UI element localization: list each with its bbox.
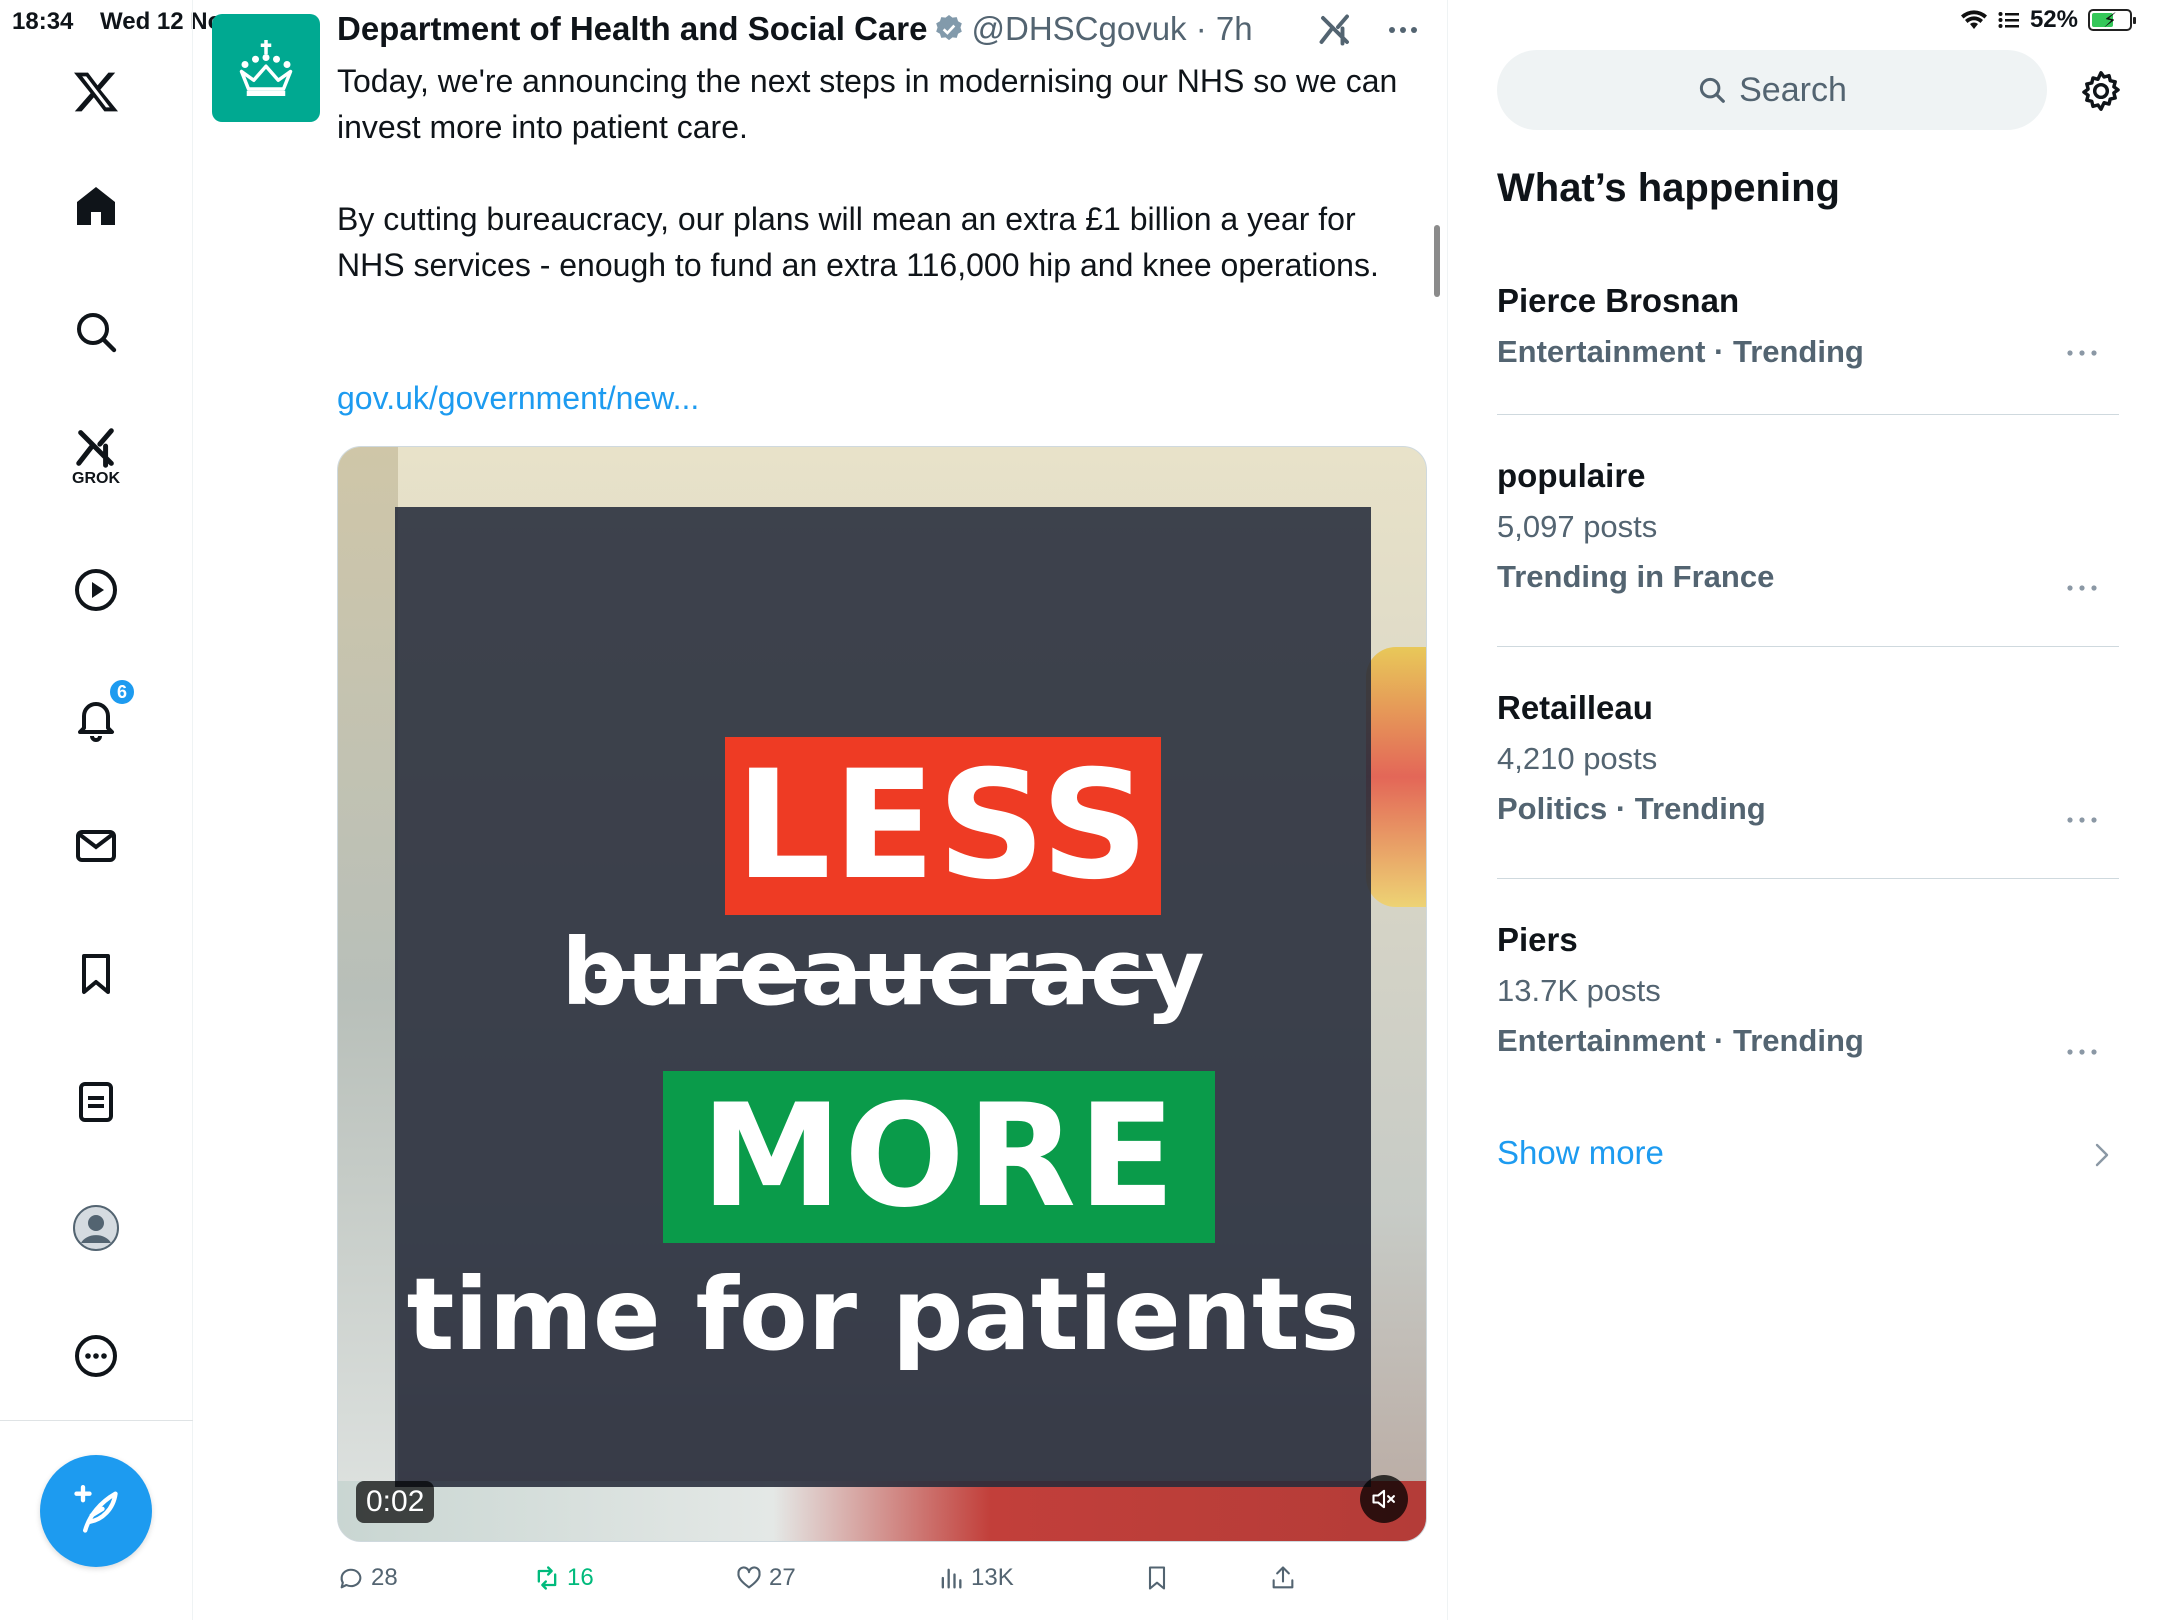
- less-text: LESS: [735, 739, 1151, 913]
- grok-explain-icon[interactable]: [1317, 12, 1353, 48]
- tweet-paragraph: By cutting bureaucracy, our plans will m…: [337, 201, 1379, 283]
- heart-icon: [737, 1566, 761, 1589]
- more-options-icon[interactable]: [66, 1326, 126, 1386]
- trend-context: Entertainment · Trending: [1497, 334, 1864, 369]
- author-avatar[interactable]: [212, 14, 320, 122]
- scrollbar-thumb[interactable]: [1434, 225, 1440, 297]
- author-name[interactable]: Department of Health and Social Care: [337, 10, 927, 48]
- tweet-paragraph: Today, we're announcing the next steps i…: [337, 63, 1398, 145]
- more-banner: MORE: [663, 1071, 1215, 1243]
- notifications-badge: 6: [108, 678, 136, 706]
- show-more-link[interactable]: Show more: [1497, 1134, 1664, 1172]
- left-navigation: GROK 6: [0, 0, 193, 1620]
- explore-search-icon[interactable]: [66, 302, 126, 362]
- battery-icon: ⚡: [2088, 9, 2136, 32]
- video-background-detail: [1366, 647, 1426, 907]
- trend-context: Entertainment · Trending: [1497, 1023, 1864, 1058]
- tweet-header-actions: [1317, 12, 1419, 48]
- trend-post-count: 5,097 posts: [1497, 509, 1658, 544]
- trend-divider: [1497, 414, 2119, 415]
- like-count: 27: [769, 1564, 796, 1591]
- tweet-text: Today, we're announcing the next steps i…: [337, 58, 1427, 334]
- trend-divider: [1497, 878, 2119, 879]
- mute-button[interactable]: [1360, 1475, 1408, 1523]
- trend-more-icon[interactable]: [2065, 1047, 2099, 1057]
- trend-item[interactable]: Retailleau 4,210 posts Politics · Trendi…: [1497, 689, 2119, 827]
- video-play-icon[interactable]: [66, 560, 126, 620]
- video-background-floor: [338, 1481, 1426, 1541]
- trend-more-icon[interactable]: [2065, 348, 2099, 358]
- reply-count: 28: [371, 1564, 398, 1591]
- time-for-patients-text: time for patients: [406, 1256, 1360, 1373]
- profile-avatar[interactable]: [66, 1198, 126, 1258]
- trend-post-count: 13.7K posts: [1497, 973, 1661, 1008]
- author-handle-time[interactable]: @DHSCgovuk · 7h: [971, 10, 1252, 48]
- verified-badge-icon: [936, 15, 963, 41]
- trend-context: Politics · Trending: [1497, 791, 1766, 826]
- messages-envelope-icon[interactable]: [66, 816, 126, 876]
- reply-icon: [340, 1568, 362, 1589]
- compose-post-button[interactable]: [40, 1455, 152, 1567]
- trend-more-icon[interactable]: [2065, 583, 2099, 593]
- reply-button[interactable]: 28: [337, 1564, 398, 1592]
- compose-feather-icon: [74, 1485, 118, 1533]
- x-logo-icon[interactable]: [66, 62, 126, 122]
- bookmark-icon: [1148, 1566, 1166, 1590]
- repost-count: 16: [567, 1564, 594, 1591]
- trend-name: Retailleau: [1497, 689, 1653, 726]
- bookmark-button[interactable]: [1143, 1564, 1171, 1592]
- search-placeholder: Search: [1739, 70, 1847, 109]
- trend-name: Piers: [1497, 921, 1578, 958]
- trend-item[interactable]: Piers 13.7K posts Entertainment · Trendi…: [1497, 921, 2119, 1059]
- like-button[interactable]: 27: [735, 1564, 796, 1592]
- battery-percentage: 52%: [2029, 6, 2078, 33]
- trend-post-count: 4,210 posts: [1497, 741, 1658, 776]
- share-button[interactable]: [1269, 1564, 1297, 1592]
- grok-label: GROK: [72, 470, 120, 487]
- tweet-actions: 28 16 27 13K: [337, 1564, 1337, 1604]
- nav-divider: [0, 1420, 193, 1421]
- chevron-right-icon[interactable]: [2092, 1140, 2112, 1170]
- video-overlay-panel: LESS bureaucracy MORE time for patients: [395, 507, 1371, 1487]
- views-count: 13K: [971, 1564, 1014, 1591]
- settings-gear-icon[interactable]: [2078, 68, 2124, 114]
- bureaucracy-strikethrough-text: bureaucracy: [395, 927, 1371, 1019]
- wifi-icon: [1960, 10, 1987, 29]
- video-background: [338, 447, 398, 1541]
- muted-speaker-icon: [1372, 1489, 1395, 1509]
- whats-happening-heading: What’s happening: [1497, 166, 1840, 210]
- less-banner: LESS: [725, 737, 1161, 915]
- home-icon[interactable]: [66, 176, 126, 236]
- grok-icon[interactable]: GROK: [66, 424, 126, 487]
- bookmarks-icon[interactable]: [66, 944, 126, 1004]
- search-icon: [1700, 77, 1725, 103]
- tweet-more-icon[interactable]: [1387, 25, 1419, 35]
- crown-logo-icon: [239, 40, 293, 96]
- more-text: MORE: [700, 1074, 1178, 1239]
- trend-context: Trending in France: [1497, 559, 1775, 594]
- tweet-link[interactable]: gov.uk/government/new...: [337, 380, 699, 417]
- views-chart-icon: [941, 1568, 962, 1589]
- share-icon: [1272, 1566, 1294, 1589]
- trend-name: Pierce Brosnan: [1497, 282, 1740, 319]
- trend-item[interactable]: populaire 5,097 posts Trending in France: [1497, 457, 2119, 595]
- search-input[interactable]: Search: [1497, 50, 2047, 130]
- tweet-header: Department of Health and Social Care @DH…: [337, 10, 1253, 48]
- repost-icon: [537, 1566, 557, 1590]
- trend-name: populaire: [1497, 457, 1646, 494]
- trend-item[interactable]: Pierce Brosnan Entertainment · Trending: [1497, 282, 2119, 370]
- status-indicators: 52% ⚡: [1960, 6, 2136, 34]
- notifications-bell-icon[interactable]: 6: [66, 678, 136, 748]
- repost-button[interactable]: 16: [533, 1564, 594, 1592]
- video-timecode: 0:02: [356, 1481, 435, 1523]
- tweet-column: Department of Health and Social Care @DH…: [194, 0, 1448, 1620]
- trend-more-icon[interactable]: [2065, 815, 2099, 825]
- tweet-video[interactable]: LESS bureaucracy MORE time for patients …: [337, 446, 1427, 1542]
- lists-icon[interactable]: [66, 1072, 126, 1132]
- trend-divider: [1497, 646, 2119, 647]
- list-status-icon: [1998, 12, 2019, 28]
- views-button[interactable]: 13K: [937, 1564, 1014, 1592]
